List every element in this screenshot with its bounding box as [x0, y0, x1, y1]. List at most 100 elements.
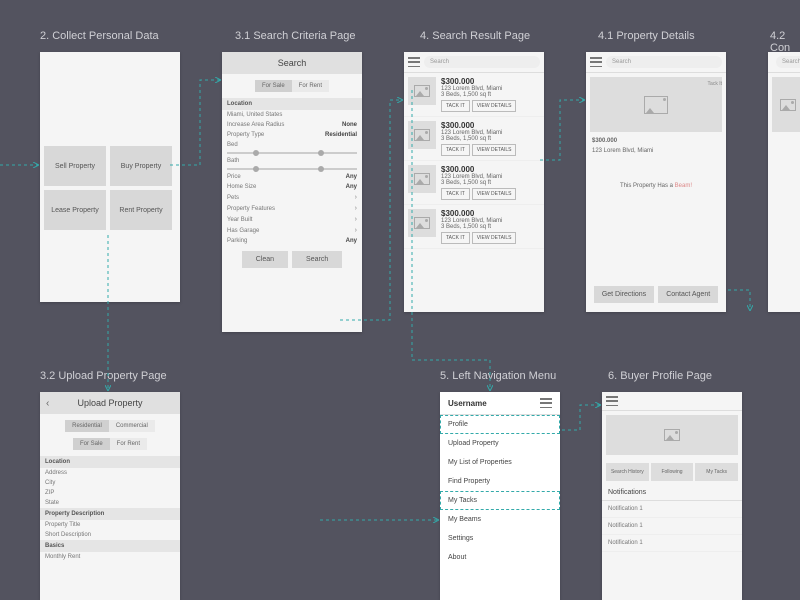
upload-field[interactable]: State — [40, 498, 180, 508]
search-field[interactable]: Property TypeResidential — [222, 130, 362, 140]
location-value: Miami, United States — [222, 110, 362, 120]
screen-results: Search $300.000123 Lorem Blvd, Miami3 Be… — [404, 52, 544, 312]
screen-details: Search Tack It $300.000 123 Lorem Blvd, … — [586, 52, 726, 312]
hamburger-icon[interactable] — [408, 57, 420, 67]
tile-buy[interactable]: Buy Property — [110, 146, 172, 186]
tab-sale[interactable]: For Sale — [73, 438, 110, 450]
search-field[interactable]: Property Features› — [222, 203, 362, 214]
nav-item[interactable]: About — [440, 548, 560, 567]
nav-item[interactable]: My Beams — [440, 510, 560, 529]
tab-history[interactable]: Search History — [606, 463, 649, 481]
tab-residential[interactable]: Residential — [65, 420, 109, 432]
back-icon[interactable]: ‹ — [46, 398, 49, 409]
notif-item[interactable]: Notification 1 — [602, 535, 742, 552]
tab-for-sale[interactable]: For Sale — [255, 80, 292, 92]
property-image — [590, 77, 722, 132]
screen-upload: ‹Upload Property ResidentialCommercial F… — [40, 392, 180, 600]
contact-button[interactable]: Contact Agent — [658, 286, 718, 303]
tab-for-rent[interactable]: For Rent — [292, 80, 329, 92]
label-s31: 3.1 Search Criteria Page — [235, 30, 355, 42]
search-field[interactable]: Pets› — [222, 192, 362, 203]
upload-title: ‹Upload Property — [40, 392, 180, 414]
upload-field[interactable]: Address — [40, 468, 180, 478]
label-s32: 3.2 Upload Property Page — [40, 370, 167, 382]
view-button[interactable]: VIEW DETAILS — [472, 188, 517, 200]
screen-42: Search — [768, 52, 800, 312]
view-button[interactable]: VIEW DETAILS — [472, 232, 517, 244]
search-field[interactable]: Bath — [222, 156, 362, 166]
search-field[interactable]: Has Garage› — [222, 225, 362, 236]
tack-button[interactable]: TACK IT — [441, 144, 470, 156]
search-input[interactable]: Search — [424, 56, 540, 68]
tack-button[interactable]: TACK IT — [441, 232, 470, 244]
tab-commercial[interactable]: Commercial — [109, 420, 155, 432]
property-image — [772, 77, 800, 132]
nav-item[interactable]: My List of Properties — [440, 453, 560, 472]
search-input[interactable]: Search — [776, 56, 800, 68]
hamburger-icon[interactable] — [606, 396, 618, 406]
notif-item[interactable]: Notification 1 — [602, 501, 742, 518]
thumb-image — [408, 209, 436, 237]
tab-tacks[interactable]: My Tacks — [695, 463, 738, 481]
label-s5: 5. Left Navigation Menu — [440, 370, 556, 382]
result-row: $300.000123 Lorem Blvd, Miami3 Beds, 1,5… — [404, 205, 544, 249]
screen-collect: Sell Property Buy Property Lease Propert… — [40, 52, 180, 302]
view-button[interactable]: VIEW DETAILS — [472, 100, 517, 112]
thumb-image — [408, 77, 436, 105]
upload-field[interactable]: ZIP — [40, 488, 180, 498]
nav-item[interactable]: Settings — [440, 529, 560, 548]
search-field[interactable]: PriceAny — [222, 172, 362, 182]
upload-loc-hdr: Location — [40, 456, 180, 468]
search-field[interactable]: ParkingAny — [222, 236, 362, 246]
tile-sell[interactable]: Sell Property — [44, 146, 106, 186]
result-row: $300.000123 Lorem Blvd, Miami3 Beds, 1,5… — [404, 73, 544, 117]
search-field[interactable]: Home SizeAny — [222, 182, 362, 192]
upload-field[interactable]: Short Description — [40, 530, 180, 540]
label-s2: 2. Collect Personal Data — [40, 30, 159, 42]
upload-field[interactable]: Property Title — [40, 520, 180, 530]
label-s41: 4.1 Property Details — [598, 30, 695, 42]
screen-search: Search For Sale For Rent Location Miami,… — [222, 52, 362, 332]
screen-profile: Search History Following My Tacks Notifi… — [602, 392, 742, 600]
upload-field[interactable]: City — [40, 478, 180, 488]
upload-desc-hdr: Property Description — [40, 508, 180, 520]
detail-price: $300.000 — [586, 136, 726, 146]
upload-basics-hdr: Basics — [40, 540, 180, 552]
hamburger-icon[interactable] — [540, 398, 552, 408]
search-input[interactable]: Search — [606, 56, 722, 68]
nav-item[interactable]: My Tacks — [440, 491, 560, 510]
view-button[interactable]: VIEW DETAILS — [472, 144, 517, 156]
nav-item[interactable]: Upload Property — [440, 434, 560, 453]
search-field[interactable]: Bed — [222, 140, 362, 150]
label-s42: 4.2 Con — [770, 30, 800, 54]
tile-rent[interactable]: Rent Property — [110, 190, 172, 230]
tack-button[interactable]: TACK IT — [441, 100, 470, 112]
notif-item[interactable]: Notification 1 — [602, 518, 742, 535]
search-title: Search — [222, 52, 362, 74]
notif-header: Notifications — [602, 485, 742, 501]
directions-button[interactable]: Get Directions — [594, 286, 654, 303]
label-s6: 6. Buyer Profile Page — [608, 370, 712, 382]
tile-lease[interactable]: Lease Property — [44, 190, 106, 230]
screen-nav: Username ProfileUpload PropertyMy List o… — [440, 392, 560, 600]
thumb-image — [408, 121, 436, 149]
result-row: $300.000123 Lorem Blvd, Miami3 Beds, 1,5… — [404, 117, 544, 161]
slider[interactable] — [227, 152, 357, 154]
tack-it-link[interactable]: Tack It — [708, 81, 722, 87]
search-field[interactable]: Year Built› — [222, 214, 362, 225]
slider[interactable] — [227, 168, 357, 170]
nav-item[interactable]: Find Property — [440, 472, 560, 491]
nav-item[interactable]: Profile — [440, 415, 560, 434]
result-row: $300.000123 Lorem Blvd, Miami3 Beds, 1,5… — [404, 161, 544, 205]
thumb-image — [408, 165, 436, 193]
search-button[interactable]: Search — [292, 251, 342, 268]
tab-following[interactable]: Following — [651, 463, 694, 481]
tack-button[interactable]: TACK IT — [441, 188, 470, 200]
beam-note: This Property Has a Beam! — [586, 181, 726, 191]
detail-address: 123 Lorem Blvd, Miami — [586, 146, 726, 156]
clean-button[interactable]: Clean — [242, 251, 288, 268]
upload-field[interactable]: Monthly Rent — [40, 552, 180, 562]
hamburger-icon[interactable] — [590, 57, 602, 67]
search-field[interactable]: Increase Area RadiusNone — [222, 120, 362, 130]
tab-rent[interactable]: For Rent — [110, 438, 147, 450]
